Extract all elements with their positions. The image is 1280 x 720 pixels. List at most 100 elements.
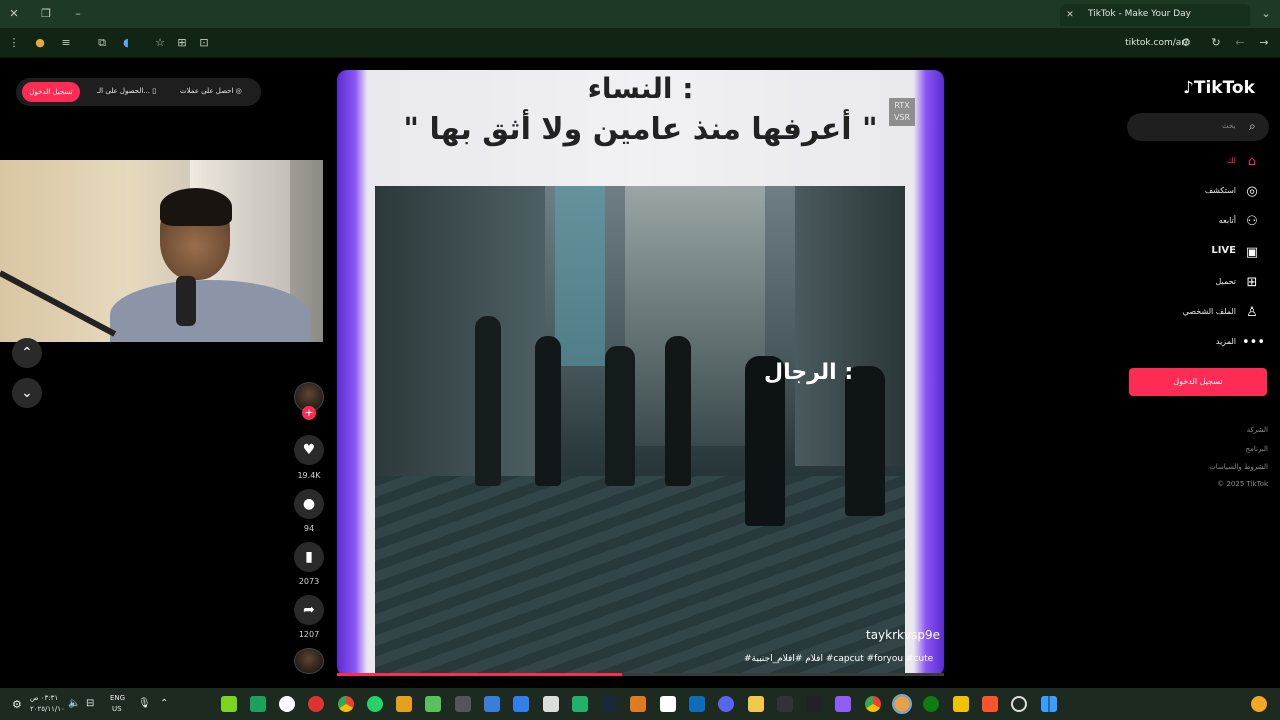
outlook-icon[interactable] — [689, 696, 705, 712]
search-input[interactable] — [1127, 113, 1269, 141]
login-button[interactable]: تسجيل الدخول — [1129, 368, 1267, 396]
region-code[interactable]: US — [112, 705, 122, 713]
minimize-window-icon[interactable]: – — [70, 7, 86, 21]
notification-icon[interactable] — [1251, 696, 1267, 712]
discord-icon[interactable] — [718, 696, 734, 712]
previous-video-button[interactable]: ⌃ — [12, 338, 42, 368]
sidebar-item-upload[interactable]: تحميل ⊞ — [1128, 271, 1268, 295]
volume-icon[interactable]: 🔈 — [68, 698, 80, 709]
app-icon-13[interactable] — [572, 696, 588, 712]
menu-dots-icon[interactable]: ⋮ — [6, 36, 22, 50]
clock-time[interactable]: ٠٣:٣١ ص — [30, 694, 58, 702]
share-button[interactable]: ➦ — [294, 595, 324, 625]
brave-icon[interactable] — [982, 696, 998, 712]
building-left — [375, 186, 545, 486]
steam-icon[interactable] — [601, 696, 617, 712]
login-button-small[interactable]: تسجيل الدخول — [22, 82, 80, 102]
app-icon-20[interactable] — [777, 696, 793, 712]
app-icon-22[interactable] — [835, 696, 851, 712]
app-icon-26[interactable] — [953, 696, 969, 712]
app-icon-15[interactable] — [630, 696, 646, 712]
comment-button[interactable]: ● — [294, 489, 324, 519]
tab-tiktok[interactable]: ✕ TikTok - Make Your Day — [1060, 4, 1250, 26]
network-icon[interactable]: ⊟ — [86, 698, 94, 709]
sidebar-item-profile[interactable]: الملف الشخصي ♙ — [1128, 301, 1268, 325]
settings-icon[interactable]: ⚙ — [12, 698, 22, 711]
tab-list-icon[interactable]: ⌄ — [1258, 7, 1274, 21]
app-icon-8[interactable] — [425, 696, 441, 712]
tiktok-logo[interactable]: ♪TikTok — [1183, 78, 1255, 98]
share-count: 1207 — [298, 630, 320, 639]
follow-plus-icon[interactable]: + — [302, 406, 316, 420]
sidebar-item-label: المزيد — [1215, 337, 1236, 346]
profile-icon[interactable]: ● — [32, 36, 48, 50]
sidebar-item-for-you[interactable]: لك ⌂ — [1128, 150, 1268, 174]
figure-6 — [845, 366, 885, 516]
sidebar-item-live[interactable]: LIVE ▣ — [1128, 241, 1268, 265]
tray-chevron-icon[interactable]: ⌃ — [160, 698, 168, 709]
video-progress-bar[interactable] — [337, 673, 944, 676]
translate-icon[interactable]: ⊞ — [174, 36, 190, 50]
save-button[interactable]: ▮ — [294, 542, 324, 572]
mic-arm — [0, 270, 117, 337]
get-app-link[interactable]: الحصول على الـ... ▯ — [97, 87, 156, 95]
taskbar-search-icon[interactable] — [1011, 696, 1027, 712]
chrome-icon[interactable] — [338, 696, 354, 712]
file-explorer-icon[interactable] — [748, 696, 764, 712]
xbox-icon[interactable] — [923, 696, 939, 712]
close-window-icon[interactable]: ✕ — [6, 7, 22, 21]
video-caption-line2: " أعرفها منذ عامين ولا أثق بها " — [403, 112, 878, 147]
app-icon-12[interactable] — [543, 696, 559, 712]
footer-link-terms[interactable]: الشروط والسياسات — [1209, 463, 1268, 471]
reload-icon[interactable]: ↻ — [1208, 36, 1224, 50]
app-icon-search[interactable] — [279, 696, 295, 712]
video-hashtags[interactable]: #افلام #افلام_اجنبية #capcut #foryou #cu… — [744, 654, 933, 664]
forward-icon[interactable]: ← — [1232, 36, 1248, 50]
extensions-icon[interactable]: ⧉ — [94, 36, 110, 50]
microphone — [176, 276, 196, 326]
windows-start-icon[interactable] — [1041, 696, 1057, 712]
app-icon-2[interactable] — [250, 696, 266, 712]
whatsapp-icon[interactable] — [367, 696, 383, 712]
chevron-down-icon: ⌄ — [21, 385, 33, 401]
logo-text: TikTok — [1193, 78, 1255, 98]
app-icon-9[interactable] — [455, 696, 471, 712]
figure-4 — [665, 336, 691, 486]
install-icon[interactable]: ⊡ — [196, 36, 212, 50]
sidebar-item-more[interactable]: المزيد ••• — [1128, 331, 1268, 355]
author-handle[interactable]: taykrkvsp9e — [866, 628, 940, 642]
back-icon[interactable]: → — [1256, 36, 1272, 50]
app-icon-7[interactable] — [396, 696, 412, 712]
vscode-icon[interactable] — [513, 696, 529, 712]
app-icon-4[interactable] — [308, 696, 324, 712]
app-icon-10[interactable] — [484, 696, 500, 712]
media-icon[interactable]: ≡ — [58, 36, 74, 50]
app-icon-1[interactable] — [221, 696, 237, 712]
building-window — [555, 186, 605, 366]
get-coins-link[interactable]: احصل على عملات ◎ — [180, 87, 242, 95]
clock-date[interactable]: ٢٠٢٥/١١/١٠ — [30, 705, 65, 713]
sidebar-item-label: LIVE — [1211, 245, 1236, 256]
sidebar-item-explore[interactable]: استكشف ◎ — [1128, 180, 1268, 204]
like-button[interactable]: ♥ — [294, 435, 324, 465]
chrome-icon-2[interactable] — [865, 696, 881, 712]
sidebar-item-following[interactable]: أتابعه ⚇ — [1128, 210, 1268, 234]
audio-icon[interactable]: ◖ — [118, 36, 134, 50]
music-disc[interactable] — [294, 648, 324, 674]
chrome-profile-active-icon[interactable] — [892, 694, 912, 714]
epic-games-icon[interactable] — [806, 696, 822, 712]
footer-link-company[interactable]: الشركة — [1247, 426, 1268, 434]
following-icon: ⚇ — [1246, 214, 1258, 229]
rtx-watermark-text: RTX VSR — [893, 101, 911, 122]
search-icon[interactable]: ⌕ — [1249, 119, 1256, 134]
footer-link-program[interactable]: البرنامج — [1246, 445, 1268, 453]
app-icon-16[interactable] — [660, 696, 676, 712]
close-tab-icon[interactable]: ✕ — [1062, 8, 1078, 22]
language-code[interactable]: ENG — [110, 694, 125, 702]
next-video-button[interactable]: ⌄ — [12, 378, 42, 408]
bookmark-star-icon[interactable]: ☆ — [152, 36, 168, 50]
restore-window-icon[interactable]: ❐ — [38, 7, 54, 21]
url-text[interactable]: tiktok.com/ar/ — [1125, 38, 1188, 48]
person-hair — [160, 188, 232, 226]
mic-icon[interactable]: 🎙 — [138, 698, 151, 709]
